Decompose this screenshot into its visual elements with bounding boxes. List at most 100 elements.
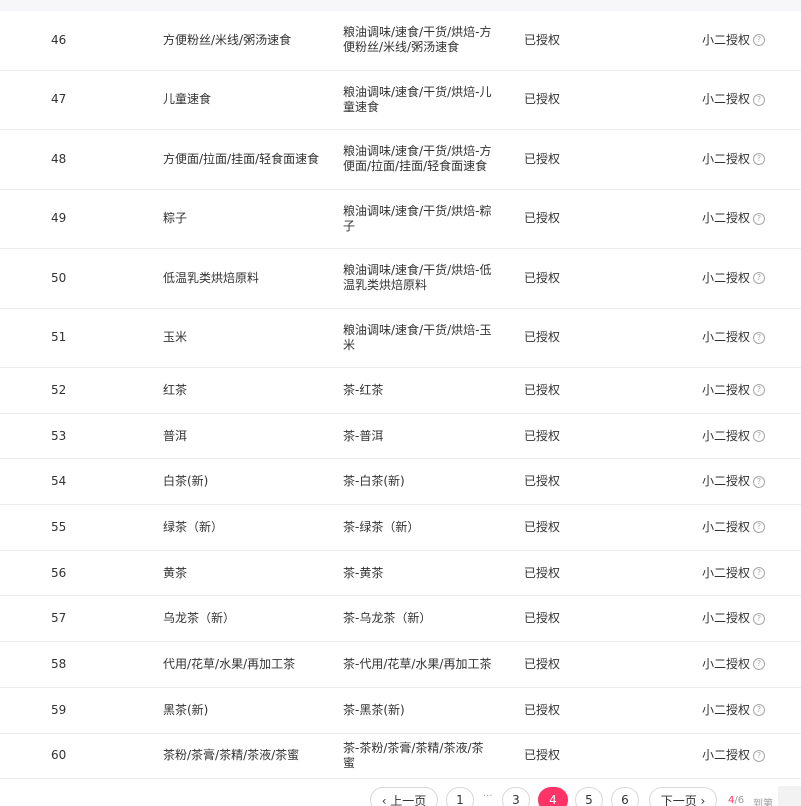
table-row: 46 方便粉丝/米线/粥汤速食 粮油调味/速食/干货/烘焙-方便粉丝/米线/粥汤速食… <box>0 11 801 71</box>
pagination: ‹ 上一页 1 ··· 3 4 5 6 下一页 › 4/6 到第 <box>0 786 801 806</box>
category-name: 玉米 <box>163 330 188 345</box>
auth-type-cell: 小二授权? <box>640 596 765 641</box>
auth-type-cell: 小二授权? <box>640 688 765 733</box>
auth-status: 已授权 <box>524 211 561 226</box>
row-index: 54 <box>51 474 67 489</box>
auth-status: 已授权 <box>524 748 561 763</box>
auth-type-label: 小二授权 <box>701 270 750 285</box>
category-table: 46 方便粉丝/米线/粥汤速食 粮油调味/速食/干货/烘焙-方便粉丝/米线/粥汤速食… <box>0 11 801 780</box>
question-circle-icon[interactable]: ? <box>753 521 765 534</box>
row-index: 47 <box>51 92 67 107</box>
question-circle-icon[interactable]: ? <box>753 612 765 625</box>
question-circle-icon[interactable]: ? <box>753 658 765 671</box>
question-circle-icon[interactable]: ? <box>753 34 765 47</box>
next-page-button[interactable]: 下一页 › <box>649 787 717 806</box>
table-row: 52 红茶 茶-红茶 已授权 小二授权? <box>0 368 801 414</box>
auth-type-cell: 小二授权? <box>640 459 765 504</box>
auth-type-label: 小二授权 <box>701 748 750 763</box>
category-path: 粮油调味/速食/干货/烘焙-儿童速食 <box>343 84 492 114</box>
row-index: 52 <box>51 382 67 397</box>
row-index: 56 <box>51 565 67 580</box>
auth-type-label: 小二授权 <box>701 382 750 397</box>
category-path: 茶-代用/花草/水果/再加工茶 <box>343 656 492 671</box>
category-name: 乌龙茶（新） <box>163 611 236 626</box>
category-path: 粮油调味/速食/干货/烘焙-粽子 <box>343 203 492 233</box>
auth-type-label: 小二授权 <box>701 32 750 47</box>
auth-status: 已授权 <box>524 474 561 489</box>
category-path: 茶-红茶 <box>343 382 384 397</box>
table-row: 54 白茶(新) 茶-白茶(新) 已授权 小二授权? <box>0 459 801 506</box>
table-row: 57 乌龙茶（新） 茶-乌龙茶（新） 已授权 小二授权? <box>0 596 801 643</box>
question-circle-icon[interactable]: ? <box>753 475 765 488</box>
row-index: 50 <box>51 270 67 285</box>
question-circle-icon[interactable]: ? <box>753 567 765 580</box>
auth-type-cell: 小二授权? <box>640 249 765 308</box>
auth-type-cell: 小二授权? <box>640 11 765 70</box>
question-circle-icon[interactable]: ? <box>753 704 765 717</box>
auth-type-label: 小二授权 <box>701 611 750 626</box>
auth-type-label: 小二授权 <box>701 474 750 489</box>
row-index: 48 <box>51 151 67 166</box>
page-button-5[interactable]: 5 <box>575 787 603 806</box>
table-row: 51 玉米 粮油调味/速食/干货/烘焙-玉米 已授权 小二授权? <box>0 309 801 368</box>
auth-status: 已授权 <box>524 611 561 626</box>
category-name: 茶粉/茶膏/茶精/茶液/茶蜜 <box>163 748 300 763</box>
category-path: 粮油调味/速食/干货/烘焙-低温乳类烘焙原料 <box>343 263 492 293</box>
auth-status: 已授权 <box>524 382 561 397</box>
auth-status: 已授权 <box>524 92 561 107</box>
auth-type-cell: 小二授权? <box>640 130 765 189</box>
question-circle-icon[interactable]: ? <box>753 384 765 397</box>
auth-type-cell: 小二授权? <box>640 734 765 779</box>
auth-type-cell: 小二授权? <box>640 368 765 413</box>
question-circle-icon[interactable]: ? <box>753 430 765 443</box>
row-index: 53 <box>51 428 67 443</box>
goto-page-input[interactable] <box>778 786 801 806</box>
row-index: 58 <box>51 656 67 671</box>
category-path: 茶-黄茶 <box>343 565 384 580</box>
question-circle-icon[interactable]: ? <box>753 331 765 344</box>
auth-status: 已授权 <box>524 702 561 717</box>
auth-status: 已授权 <box>524 270 561 285</box>
category-path: 茶-普洱 <box>343 428 384 443</box>
auth-status: 已授权 <box>524 565 561 580</box>
category-path: 粮油调味/速食/干货/烘焙-方便面/拉面/挂面/轻食面速食 <box>343 144 492 174</box>
page-button-3[interactable]: 3 <box>502 787 530 806</box>
category-path: 茶-绿茶（新） <box>343 519 420 534</box>
page-button-1[interactable]: 1 <box>446 787 474 806</box>
auth-type-cell: 小二授权? <box>640 551 765 596</box>
auth-type-label: 小二授权 <box>701 92 750 107</box>
table-row: 50 低温乳类烘焙原料 粮油调味/速食/干货/烘焙-低温乳类烘焙原料 已授权 小二授权? <box>0 249 801 309</box>
question-circle-icon[interactable]: ? <box>753 153 765 166</box>
question-circle-icon[interactable]: ? <box>753 212 765 225</box>
category-path: 茶-黑茶(新) <box>343 702 405 717</box>
table-row: 60 茶粉/茶膏/茶精/茶液/茶蜜 茶-茶粉/茶膏/茶精/茶液/茶蜜 已授权 小二授权? <box>0 734 801 780</box>
auth-status: 已授权 <box>524 151 561 166</box>
row-index: 60 <box>51 748 67 763</box>
auth-type-cell: 小二授权? <box>640 190 765 249</box>
category-name: 儿童速食 <box>163 92 212 107</box>
row-index: 57 <box>51 611 67 626</box>
auth-status: 已授权 <box>524 330 561 345</box>
category-path: 粮油调味/速食/干货/烘焙-玉米 <box>343 322 492 352</box>
category-name: 低温乳类烘焙原料 <box>163 270 260 285</box>
auth-type-label: 小二授权 <box>701 519 750 534</box>
table-row: 58 代用/花草/水果/再加工茶 茶-代用/花草/水果/再加工茶 已授权 小二授权? <box>0 642 801 688</box>
auth-type-label: 小二授权 <box>701 428 750 443</box>
table-row: 53 普洱 茶-普洱 已授权 小二授权? <box>0 414 801 460</box>
authorized-category-page: 46 方便粉丝/米线/粥汤速食 粮油调味/速食/干货/烘焙-方便粉丝/米线/粥汤速食… <box>0 0 801 806</box>
prev-page-button[interactable]: ‹ 上一页 <box>370 787 438 806</box>
question-circle-icon[interactable]: ? <box>753 93 765 106</box>
category-name: 白茶(新) <box>163 474 209 489</box>
category-name: 方便粉丝/米线/粥汤速食 <box>163 32 292 47</box>
category-path: 茶-茶粉/茶膏/茶精/茶液/茶蜜 <box>343 740 484 770</box>
category-name: 粽子 <box>163 211 188 226</box>
page-button-4-active[interactable]: 4 <box>538 787 568 806</box>
table-row: 55 绿茶（新） 茶-绿茶（新） 已授权 小二授权? <box>0 505 801 551</box>
auth-status: 已授权 <box>524 656 561 671</box>
question-circle-icon[interactable]: ? <box>753 749 765 762</box>
auth-type-label: 小二授权 <box>701 565 750 580</box>
category-path: 茶-乌龙茶（新） <box>343 611 432 626</box>
page-button-6[interactable]: 6 <box>611 787 639 806</box>
question-circle-icon[interactable]: ? <box>753 272 765 285</box>
row-index: 51 <box>51 330 67 345</box>
